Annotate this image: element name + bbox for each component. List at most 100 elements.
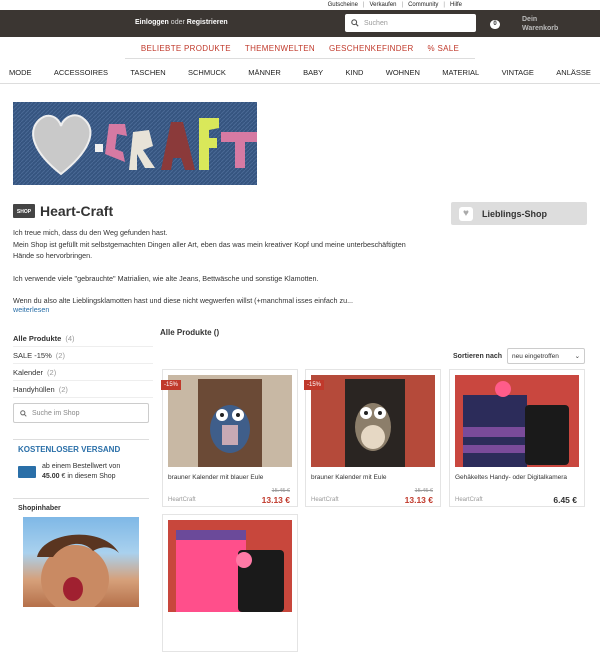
- product-title[interactable]: brauner Kalender mit blauer Eule: [168, 474, 263, 481]
- product-card[interactable]: Gehäkeltes Handy- oder Digitalkamera Hea…: [449, 369, 585, 507]
- divider: |: [362, 2, 365, 8]
- category-kind[interactable]: KIND: [345, 68, 363, 77]
- category-maenner[interactable]: MÄNNER: [248, 68, 281, 77]
- register-link[interactable]: Registrieren: [187, 19, 228, 26]
- category-taschen[interactable]: TASCHEN: [130, 68, 165, 77]
- sort-value: neu eingetroffen: [512, 352, 559, 360]
- category-nav: MODE ACCESSOIRES TASCHEN SCHMUCK MÄNNER …: [0, 68, 600, 77]
- owner-photo-image: [37, 534, 119, 607]
- category-accessoires[interactable]: ACCESSOIRES: [54, 68, 108, 77]
- cart-line1: Dein: [522, 16, 538, 23]
- divider: |: [401, 2, 404, 8]
- link-gutscheine[interactable]: Gutscheine: [328, 2, 358, 8]
- search-icon: [351, 19, 359, 27]
- sidebar-item-count: (4): [65, 333, 75, 343]
- cart-count-badge: 0: [490, 20, 500, 29]
- shipping-line1: ab einem Bestellwert von: [42, 463, 121, 470]
- banner-image: [13, 102, 257, 185]
- sidebar-categories: Alle Produkte (4) SALE -15% (2) Kalender…: [13, 330, 153, 398]
- category-mode[interactable]: MODE: [9, 68, 32, 77]
- product-card[interactable]: -15% brauner Kalender mit blauer Eule He…: [161, 369, 298, 507]
- link-community[interactable]: Community: [408, 2, 438, 8]
- favorite-shop-button[interactable]: ♥ Lieblings-Shop: [451, 202, 587, 225]
- top-links: Gutscheine | Verkaufen | Community | Hil…: [0, 0, 600, 10]
- product-shop[interactable]: HeartCraft: [168, 497, 196, 503]
- product-image[interactable]: [168, 520, 292, 612]
- category-anlaesse[interactable]: ANLÄSSE: [556, 68, 591, 77]
- login-link[interactable]: Einloggen: [135, 19, 169, 26]
- product-image[interactable]: [455, 375, 579, 467]
- divider: |: [443, 2, 445, 8]
- promo-geschenkefinder[interactable]: GESCHENKEFINDER: [329, 44, 414, 53]
- shop-owner-box: Shopinhaber: [13, 498, 149, 607]
- product-title[interactable]: brauner Kalender mit Eule: [311, 474, 387, 481]
- search-input[interactable]: Suchen: [345, 14, 476, 32]
- promo-themenwelten[interactable]: THEMENWELTEN: [245, 44, 315, 53]
- description-line: Ich verwende viele "gebrauchte" Matriali…: [13, 273, 319, 283]
- discount-badge: -15%: [304, 380, 325, 390]
- search-placeholder: Suchen: [364, 19, 388, 27]
- shipping-line2: € in diesem Shop: [61, 473, 116, 480]
- favorite-shop-label: Lieblings-Shop: [482, 208, 547, 219]
- category-schmuck[interactable]: SCHMUCK: [188, 68, 226, 77]
- promo-sale[interactable]: % SALE: [428, 44, 460, 53]
- sort-select[interactable]: neu eingetroffen ⌄: [507, 348, 586, 364]
- product-card[interactable]: [162, 514, 298, 652]
- owner-photo[interactable]: [23, 517, 139, 607]
- sidebar-item-label: SALE -15%: [13, 350, 52, 360]
- sidebar-item-handyhuellen[interactable]: Handyhüllen (2): [13, 381, 153, 398]
- heart-icon: ♥: [459, 206, 473, 221]
- crochet-case-image: [455, 375, 579, 467]
- shop-search-input[interactable]: Suche im Shop: [13, 403, 149, 423]
- product-old-price: 15.45 €: [414, 488, 433, 494]
- owl-calendar-image: [311, 375, 435, 467]
- truck-icon: [18, 466, 36, 478]
- sidebar-item-label: Alle Produkte: [13, 333, 62, 343]
- product-shop[interactable]: HeartCraft: [311, 497, 339, 503]
- shop-description: Ich treue mich, dass du den Weg gefunden…: [13, 227, 413, 307]
- sidebar-item-count: (2): [58, 384, 68, 394]
- discount-badge: -15%: [161, 380, 182, 390]
- free-shipping-box: KOSTENLOSER VERSAND ab einem Bestellwert…: [13, 439, 149, 489]
- product-card[interactable]: -15% brauner Kalender mit Eule HeartCraf…: [304, 369, 441, 507]
- shop-name: Heart-Craft: [40, 203, 114, 219]
- category-vintage[interactable]: VINTAGE: [502, 68, 534, 77]
- chevron-down-icon: ⌄: [574, 353, 581, 360]
- link-hilfe[interactable]: Hilfe: [450, 2, 462, 8]
- sort-control: Sortieren nach neu eingetroffen ⌄: [453, 348, 586, 364]
- link-verkaufen[interactable]: Verkaufen: [369, 2, 396, 8]
- promo-beliebte-produkte[interactable]: BELIEBTE PRODUKTE: [141, 44, 231, 53]
- search-icon: [20, 409, 27, 417]
- read-more-link[interactable]: weiterlesen: [13, 305, 49, 314]
- shop-icon: SHOP: [13, 204, 35, 218]
- divider: [125, 58, 475, 59]
- sort-label: Sortieren nach: [453, 352, 503, 360]
- login-register: Einloggen oder Registrieren: [135, 19, 228, 26]
- shop-banner-logo: [13, 102, 257, 185]
- product-old-price: 15.45 €: [271, 488, 290, 494]
- product-price: 13.13 €: [404, 495, 433, 505]
- cart-line2: Warenkorb: [522, 25, 559, 32]
- sidebar-item-count: (2): [55, 350, 65, 360]
- product-shop[interactable]: HeartCraft: [455, 497, 483, 503]
- sidebar-item-kalender[interactable]: Kalender (2): [13, 364, 153, 381]
- category-wohnen[interactable]: WOHNEN: [386, 68, 420, 77]
- sidebar-item-sale[interactable]: SALE -15% (2): [13, 347, 153, 364]
- product-image[interactable]: [311, 375, 435, 467]
- divider: [0, 83, 600, 84]
- sidebar-item-alle-produkte[interactable]: Alle Produkte (4): [13, 330, 153, 347]
- shipping-amount: 45.00: [42, 473, 60, 480]
- header-bar: Einloggen oder Registrieren Suchen 0 Dei…: [0, 10, 600, 37]
- description-line: Wenn du also alte Lieblingsklamotten has…: [13, 296, 354, 305]
- product-price: 6.45 €: [553, 495, 577, 505]
- shop-search-placeholder: Suche im Shop: [32, 409, 80, 417]
- category-material[interactable]: MATERIAL: [442, 68, 479, 77]
- products-heading: Alle Produkte (): [160, 328, 220, 337]
- product-image[interactable]: [168, 375, 292, 467]
- product-title[interactable]: Gehäkeltes Handy- oder Digitalkamera: [455, 474, 567, 481]
- cart-link[interactable]: Dein Warenkorb: [522, 15, 558, 33]
- sidebar-item-label: Kalender: [13, 367, 44, 377]
- sidebar-item-count: (2): [47, 367, 57, 377]
- category-baby[interactable]: BABY: [303, 68, 323, 77]
- description-line: Mein Shop ist gefüllt mit selbstgemachte…: [13, 239, 406, 261]
